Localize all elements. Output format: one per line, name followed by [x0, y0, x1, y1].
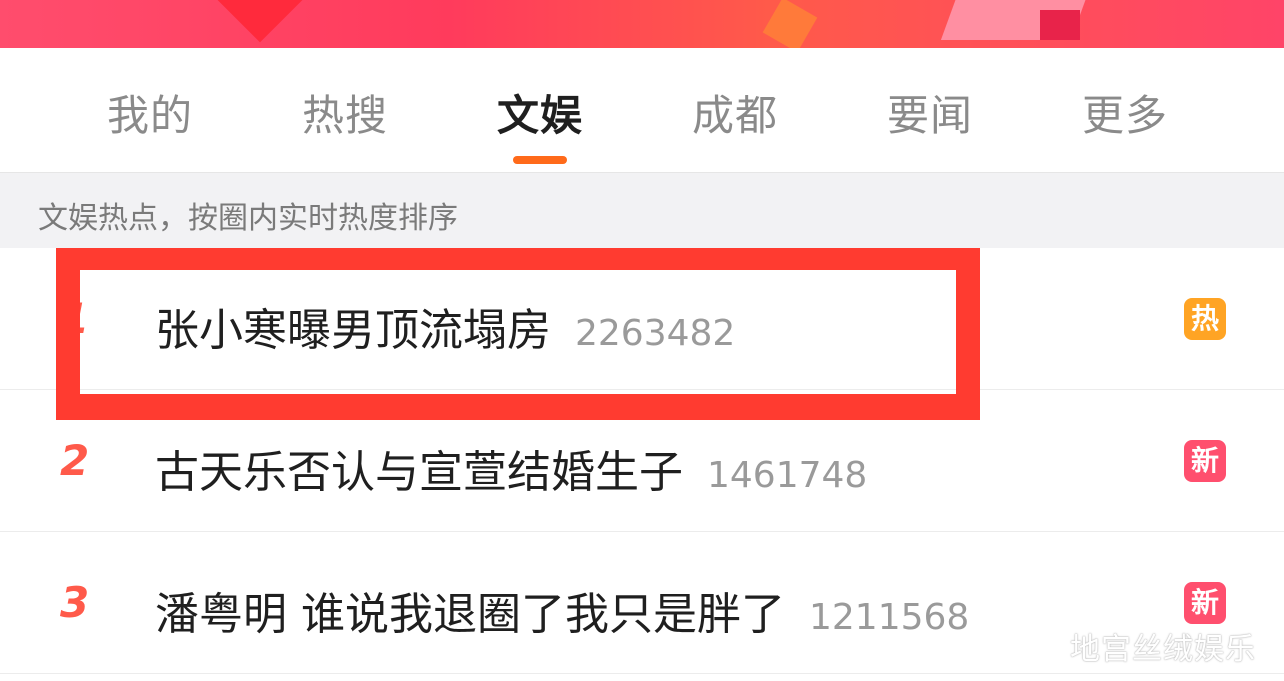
heat-count: 2263482 [575, 313, 736, 354]
banner-decoration [1040, 10, 1080, 40]
top-banner [0, 0, 1284, 48]
topic-title-line: 古天乐否认与宣萱结婚生子 1461748 [155, 436, 867, 500]
topic-title: 张小寒曝男顶流塌房 [155, 305, 551, 356]
list-item[interactable]: 1 张小寒曝男顶流塌房 2263482 热 [0, 248, 1284, 390]
banner-decoration [762, 0, 818, 48]
topic-title: 古天乐否认与宣萱结婚生子 [155, 447, 683, 498]
watermark: 地宫丝绒娱乐 [1070, 632, 1256, 667]
tab-more[interactable]: 更多 [1045, 82, 1205, 143]
heat-count: 1461748 [707, 455, 868, 496]
tab-entertainment[interactable]: 文娱 [460, 82, 620, 143]
tab-mine[interactable]: 我的 [70, 82, 230, 143]
category-tabs: 我的 热搜 文娱 成都 要闻 更多 [0, 48, 1284, 172]
heat-count: 1211568 [809, 597, 970, 638]
tab-hot-search[interactable]: 热搜 [265, 82, 425, 143]
rank-number: 1 [60, 294, 90, 343]
banner-decoration [217, 0, 303, 43]
list-description: 文娱热点，按圈内实时热度排序 [38, 201, 458, 236]
topic-title-line: 张小寒曝男顶流塌房 2263482 [155, 294, 735, 358]
topic-title: 潘粤明 谁说我退圈了我只是胖了 [155, 589, 785, 640]
list-description-bar: 文娱热点，按圈内实时热度排序 [0, 172, 1284, 248]
tab-news[interactable]: 要闻 [850, 82, 1010, 143]
list-item[interactable]: 2 古天乐否认与宣萱结婚生子 1461748 新 [0, 390, 1284, 532]
new-badge: 新 [1184, 582, 1226, 624]
hot-badge: 热 [1184, 298, 1226, 340]
rank-number: 2 [60, 436, 90, 485]
active-tab-indicator [513, 156, 567, 164]
rank-number: 3 [60, 578, 90, 627]
tab-chengdu[interactable]: 成都 [655, 82, 815, 143]
topic-title-line: 潘粤明 谁说我退圈了我只是胖了 1211568 [155, 578, 969, 642]
new-badge: 新 [1184, 440, 1226, 482]
